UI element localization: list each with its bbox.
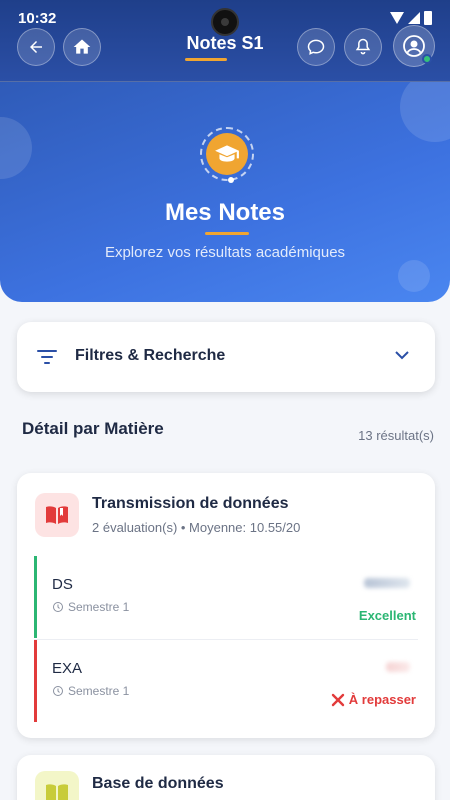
filter-label: Filtres & Recherche [75,347,226,364]
evaluation-row[interactable]: EXA Semestre 1 À repasser [34,640,418,722]
decor-bubble [0,117,32,179]
graduation-badge [200,127,254,181]
title-underline [185,58,227,61]
close-x-icon [331,693,344,706]
result-count: 13 résultat(s) [358,428,434,443]
status-bar [34,556,37,638]
hero-subtitle: Explorez vos résultats académiques [104,244,346,261]
clock-icon [53,686,63,696]
subject-card[interactable]: Transmission de données 2 évaluation(s) … [17,473,435,738]
graduation-cap-icon [215,145,239,162]
subject-name: Transmission de données [92,495,289,512]
online-status-dot [422,54,432,64]
status-label: À repasser [348,692,416,707]
semester-label: Semestre 1 [68,600,130,614]
evaluation-status: Excellent [358,608,416,623]
status-bar [34,640,37,722]
subject-icon [35,493,79,537]
top-app-bar: 10:32 Notes S1 [0,0,450,82]
chat-bubble-icon [307,39,325,55]
hero-title: Mes Notes [164,199,286,226]
status-time: 10:32 [18,10,57,27]
decor-bubble [398,260,430,292]
signal-icon [408,12,420,24]
wifi-icon [390,12,404,24]
grade-value-redacted [386,662,410,672]
messages-button[interactable] [297,28,335,66]
evaluation-status: À repasser [331,692,416,707]
chevron-down-icon [395,351,409,360]
book-icon [46,506,68,524]
subject-name: Base de données [92,775,224,792]
evaluation-semester: Semestre 1 [52,684,129,698]
book-icon [46,784,68,800]
semester-label: Semestre 1 [68,684,130,698]
hero-title-underline [205,232,249,235]
user-circle-icon [403,35,425,57]
grade-value-redacted [364,578,410,588]
badge-dot [228,177,234,183]
bell-icon [355,38,371,55]
notifications-button[interactable] [344,28,382,66]
subject-meta: 2 évaluation(s) • Moyenne: 10.55/20 [92,520,301,535]
filter-panel-toggle[interactable]: Filtres & Recherche [17,322,435,392]
evaluation-semester: Semestre 1 [52,600,129,614]
subject-card[interactable]: Base de données [17,755,435,800]
section-title: Détail par Matière [22,419,164,438]
evaluation-row[interactable]: DS Semestre 1 Excellent [34,556,418,638]
evaluation-type: EXA [52,660,83,677]
status-icons [390,11,432,25]
battery-icon [424,11,432,25]
hero-banner: Mes Notes Explorez vos résultats académi… [0,82,450,302]
subject-icon [35,771,79,800]
camera-cutout [211,8,239,36]
filter-icon [37,350,57,364]
evaluation-type: DS [52,576,73,593]
page-title: Notes S1 [186,33,264,53]
clock-icon [53,602,63,612]
decor-bubble [400,82,450,142]
